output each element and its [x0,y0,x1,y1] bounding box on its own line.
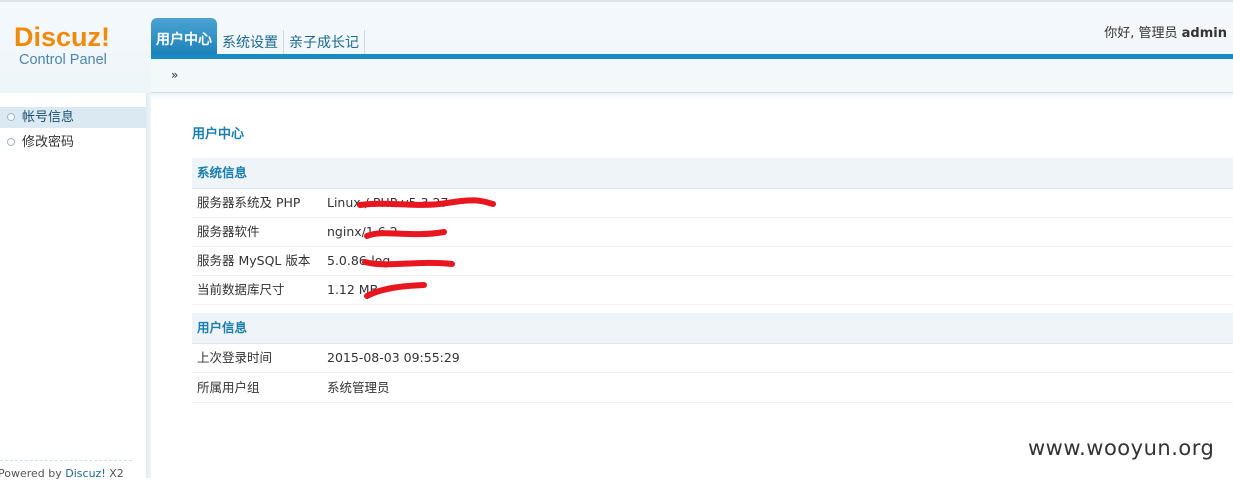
logo-subtitle: Control Panel [19,52,107,68]
row-label: 当前数据库尺寸 [197,282,285,297]
main-nav: 用户中心 系统设置 亲子成长记 [151,18,365,58]
table-row: 服务器软件 nginx/1.6.2 [192,218,1233,247]
sidebar-item-account-info[interactable]: 帐号信息 [0,107,146,128]
row-label: 服务器 MySQL 版本 [197,253,311,268]
section-heading-system-info: 系统信息 [192,158,1233,189]
watermark: www.wooyun.org [1028,436,1215,460]
powered-by: Powered by Discuz! X2 [0,467,124,480]
breadcrumb-separator-icon: » [171,68,179,82]
section-heading-user-info: 用户信息 [192,313,1233,344]
row-value: 系统管理员 [327,380,390,395]
table-row: 服务器系统及 PHP Linux / PHP v5.3.27 [192,189,1233,218]
tab-system-settings[interactable]: 系统设置 [217,30,284,56]
breadcrumb: » [151,59,1233,93]
row-label: 所属用户组 [197,380,260,395]
row-value: 2015-08-03 09:55:29 [327,350,460,365]
row-value: 5.0.86-log [327,253,391,268]
row-label: 上次登录时间 [197,350,273,365]
table-row: 所属用户组 系统管理员 [192,374,1233,403]
sidebar-item-label: 帐号信息 [22,110,75,125]
discuz-link[interactable]: Discuz! [65,467,105,480]
username: admin [1181,26,1227,41]
page-title: 用户中心 [192,127,245,142]
row-label: 服务器软件 [197,224,260,239]
footer-divider [0,460,132,461]
tab-parenting-journal[interactable]: 亲子成长记 [284,30,365,56]
row-value: Linux / PHP v5.3.27 [327,195,449,210]
bullet-icon [7,138,15,146]
content-top-shade [151,93,1233,101]
table-row: 当前数据库尺寸 1.12 MB [192,276,1233,305]
user-greeting: 你好, 管理员 admin [1104,26,1227,41]
tab-user-center[interactable]: 用户中心 [151,18,217,58]
row-value: 1.12 MB [327,282,379,297]
sidebar: 帐号信息 修改密码 Powered by Discuz! X2 [0,93,151,480]
table-row: 上次登录时间 2015-08-03 09:55:29 [192,344,1233,373]
sidebar-item-change-password[interactable]: 修改密码 [0,132,146,153]
main-content: 用户中心 系统信息 服务器系统及 PHP Linux / PHP v5.3.27… [151,93,1233,478]
sidebar-item-label: 修改密码 [22,135,75,150]
discuz-logo[interactable]: Discuz! Control Panel [14,22,144,76]
table-row: 服务器 MySQL 版本 5.0.86-log [192,247,1233,276]
row-label: 服务器系统及 PHP [197,195,301,210]
bullet-icon [7,113,15,121]
row-value: nginx/1.6.2 [327,224,398,239]
